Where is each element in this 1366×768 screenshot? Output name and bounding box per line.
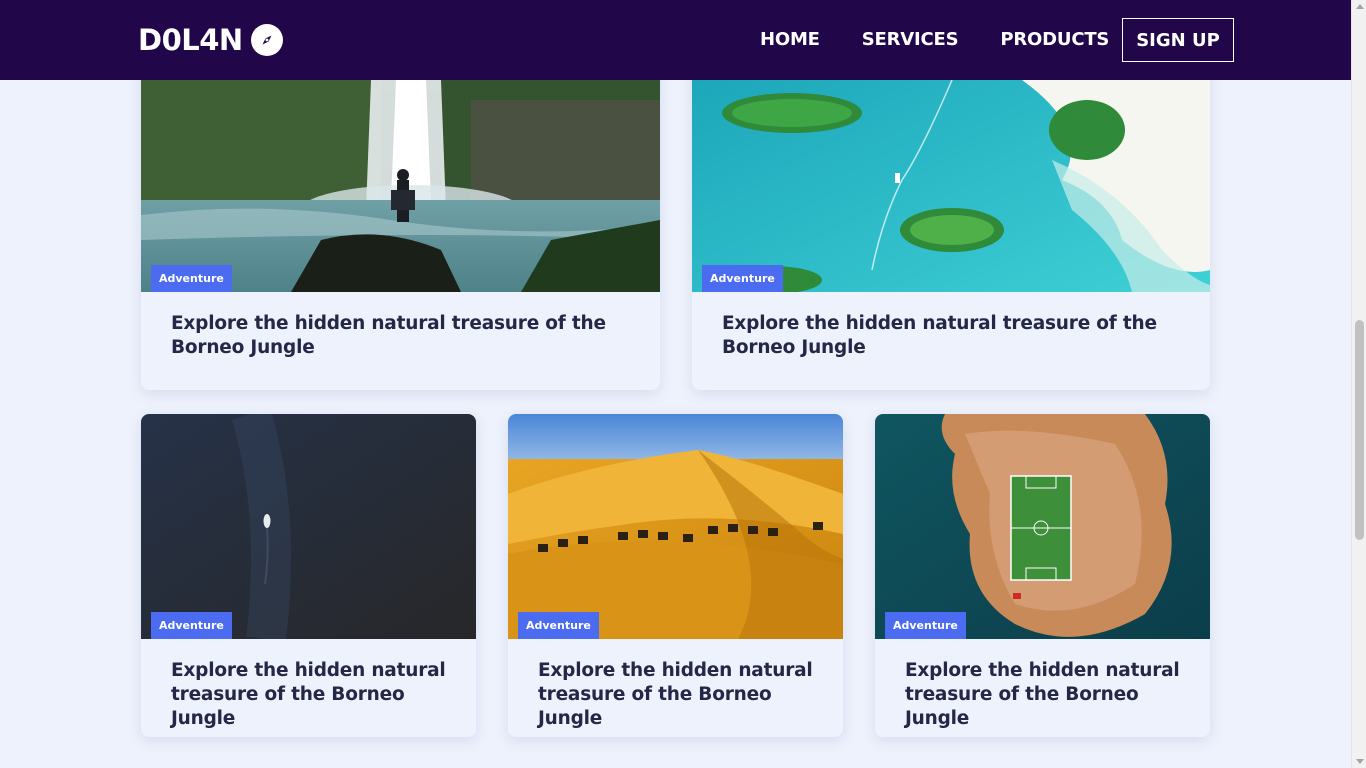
category-tag[interactable]: Adventure: [518, 612, 599, 639]
nav-products[interactable]: PRODUCTS: [1000, 29, 1109, 50]
article-card[interactable]: Adventure Explore the hidden natural tre…: [875, 414, 1210, 737]
signup-button[interactable]: SIGN UP: [1122, 18, 1234, 62]
article-card[interactable]: Adventure Explore the hidden natural tre…: [508, 414, 843, 737]
navbar: D0L4N HOME SERVICES PRODUCTS SIGN UP: [0, 0, 1351, 80]
category-tag[interactable]: Adventure: [702, 265, 783, 292]
card-title[interactable]: Explore the hidden natural treasure of t…: [875, 639, 1210, 731]
scrollbar-thumb[interactable]: [1355, 320, 1364, 540]
card-title[interactable]: Explore the hidden natural treasure of t…: [508, 639, 843, 731]
category-tag[interactable]: Adventure: [151, 612, 232, 639]
article-card[interactable]: Adventure Explore the hidden natural tre…: [141, 414, 476, 737]
card-title[interactable]: Explore the hidden natural treasure of t…: [692, 292, 1210, 360]
category-tag[interactable]: Adventure: [885, 612, 966, 639]
scroll-down-icon[interactable]: [1356, 759, 1364, 764]
card-image-boat-sea: Adventure: [141, 414, 476, 639]
article-card[interactable]: Adventure Explore the hidden natural tre…: [692, 40, 1210, 390]
scroll-up-icon[interactable]: [1356, 4, 1364, 9]
card-title[interactable]: Explore the hidden natural treasure of t…: [141, 292, 660, 360]
main-nav: HOME SERVICES PRODUCTS: [760, 29, 1109, 50]
compass-icon: [250, 24, 283, 56]
card-title[interactable]: Explore the hidden natural treasure of t…: [141, 639, 476, 731]
page-scrollbar[interactable]: [1351, 0, 1366, 768]
article-card[interactable]: Adventure Explore the hidden natural tre…: [141, 40, 660, 390]
card-image-island-field: Adventure: [875, 414, 1210, 639]
brand-name: D0L4N: [138, 23, 243, 57]
brand-logo[interactable]: D0L4N: [138, 22, 283, 58]
card-image-desert: Adventure: [508, 414, 843, 639]
nav-services[interactable]: SERVICES: [862, 29, 959, 50]
category-tag[interactable]: Adventure: [151, 265, 232, 292]
nav-home[interactable]: HOME: [760, 29, 820, 50]
